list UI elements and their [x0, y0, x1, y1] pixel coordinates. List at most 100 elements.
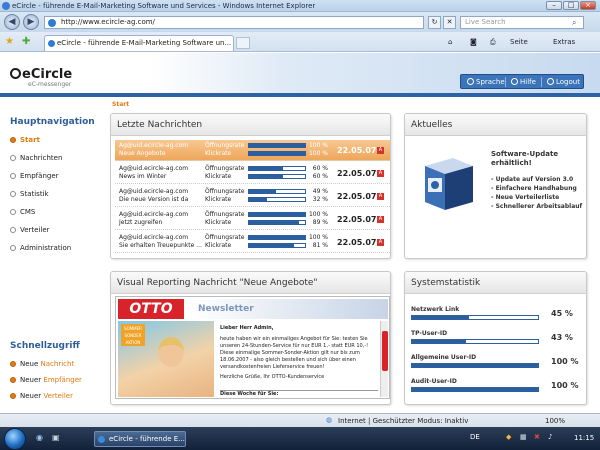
open-rate-value: 100 % — [308, 234, 328, 241]
breadcrumb[interactable]: Start — [112, 101, 129, 108]
bullet-icon — [10, 361, 16, 367]
add-favorites-icon[interactable]: ✚ — [22, 36, 30, 47]
news-panel: Letzte Nachrichten Ag@uid.ecircle-ag.com… — [110, 113, 391, 259]
language-indicator[interactable]: DE — [470, 433, 480, 441]
sidebar-item-nachrichten[interactable]: Nachrichten — [10, 153, 62, 163]
new-tab-button[interactable] — [236, 37, 250, 49]
click-rate-value: 32 % — [312, 196, 328, 203]
photo-person — [158, 337, 184, 367]
close-button[interactable]: × — [580, 1, 596, 10]
news-panel-title: Letzte Nachrichten — [111, 114, 390, 136]
extras-menu[interactable]: Extras — [553, 38, 575, 46]
sidebar-item-start[interactable]: Start — [10, 135, 40, 145]
open-rate-fill — [249, 167, 283, 170]
quick-access-heading: Schnellzugriff — [10, 341, 80, 351]
taskbar-ie-icon — [98, 436, 105, 443]
pdf-icon[interactable]: A — [377, 193, 384, 200]
ie-icon — [2, 2, 10, 10]
logo-ring-icon — [10, 68, 21, 79]
message-row[interactable]: Ag@uid.ecircle-ag.com Jetzt zugreifen Öffn… — [115, 209, 390, 230]
forward-icon[interactable]: ▶ — [23, 14, 39, 30]
open-rate-label: Öffnungsrate — [205, 142, 245, 149]
open-rate-label: Öffnungsrate — [205, 165, 245, 172]
header-bar — [0, 93, 600, 97]
stop-icon[interactable]: ✕ — [443, 16, 456, 29]
taskbar-item-label: eCircle - führende E... — [109, 435, 185, 443]
window-titlebar: eCircle - führende E-Mail-Marketing Soft… — [0, 0, 600, 12]
pdf-icon[interactable]: A — [377, 147, 384, 154]
web-content: eCircle eC-messenger Sprache Hilfe Logou… — [0, 53, 600, 413]
open-rate-fill — [249, 213, 305, 216]
update-item: - Einfachere Handhabung — [491, 185, 577, 192]
tray-alert-icon[interactable]: ✖ — [534, 433, 540, 441]
quick-label: Empfänger — [43, 376, 82, 384]
system-stat-value: 43 % — [551, 333, 573, 342]
message-sender: Ag@uid.ecircle-ag.com — [119, 211, 189, 218]
quick-prefix: Neuer — [20, 376, 42, 384]
logout-button[interactable]: Logout — [547, 77, 580, 87]
otto-logo: OTTO — [118, 299, 184, 319]
maximize-button[interactable]: □ — [563, 1, 579, 10]
site-favicon-icon — [48, 19, 56, 27]
preview-scrollbar[interactable] — [380, 321, 388, 397]
tab-ecircle[interactable]: eCircle - führende E-Mail-Marketing Soft… — [44, 35, 234, 51]
pdf-icon[interactable]: A — [377, 170, 384, 177]
page-menu[interactable]: Seite — [510, 38, 528, 46]
tray-shield-icon[interactable]: ◆ — [506, 433, 511, 441]
quick-new-recipient[interactable]: Neuer Empfänger — [10, 375, 82, 385]
zoom-level[interactable]: 100% — [545, 417, 565, 425]
home-icon[interactable]: ⌂ — [448, 38, 452, 46]
open-rate-fill — [249, 190, 277, 193]
scrollbar-thumb[interactable] — [382, 331, 388, 371]
message-row[interactable]: Ag@uid.ecircle-ag.com Sie erhalten Treuep… — [115, 232, 390, 253]
open-rate-bar — [248, 166, 306, 171]
quick-new-list[interactable]: Neuer Verteiler — [10, 391, 73, 401]
taskbar-item-ie[interactable]: eCircle - führende E... — [94, 431, 186, 447]
feeds-icon[interactable]: ◙ — [470, 38, 477, 46]
update-item: - Neue Verteilerliste — [491, 194, 560, 201]
pdf-icon[interactable]: A — [377, 239, 384, 246]
sidebar: Hauptnavigation Start Nachrichten Empfän… — [0, 105, 106, 405]
message-row[interactable]: Ag@uid.ecircle-ag.com Die neue Version is… — [115, 186, 390, 207]
start-button[interactable] — [4, 428, 26, 450]
quick-new-message[interactable]: Neue Nachricht — [10, 359, 74, 369]
language-button[interactable]: Sprache — [467, 77, 505, 87]
minimize-button[interactable]: – — [546, 1, 562, 10]
message-date: 22.05.07 — [337, 238, 377, 247]
sidebar-item-verteiler[interactable]: Verteiler — [10, 225, 50, 235]
ecircle-logo[interactable]: eCircle — [10, 67, 72, 82]
quick-prefix: Neuer — [20, 392, 42, 400]
favorites-star-icon[interactable]: ★ — [5, 36, 14, 47]
print-icon[interactable]: ⎙ — [490, 38, 496, 47]
search-input[interactable]: Live Search ⌕ — [460, 16, 584, 29]
refresh-icon[interactable]: ↻ — [428, 16, 441, 29]
bullet-icon — [10, 209, 16, 215]
message-subject: Neue Angebote — [119, 150, 166, 157]
message-date: 22.05.07 — [337, 146, 377, 155]
system-stat-row: TP-User-ID 43 % — [411, 330, 581, 354]
system-panel: Systemstatistik Netzwerk Link 45 % TP-User… — [404, 271, 587, 405]
clock[interactable]: 11:15 — [574, 434, 594, 442]
taskbar: ◉ ▣ eCircle - führende E... DE ◆ ▦ ✖ ♪ 1… — [0, 427, 600, 450]
bullet-icon — [10, 173, 16, 179]
sidebar-item-administration[interactable]: Administration — [10, 243, 71, 253]
report-panel-title: Visual Reporting Nachricht "Neue Angebot… — [111, 272, 390, 294]
message-row[interactable]: Ag@uid.ecircle-ag.com News im Winter Öffnu… — [115, 163, 390, 184]
address-field[interactable]: http://www.ecircle-ag.com/ — [44, 16, 424, 29]
pdf-icon[interactable]: A — [377, 216, 384, 223]
back-icon[interactable]: ◀ — [4, 14, 20, 30]
quick-launch-ie-icon[interactable]: ◉ — [36, 433, 43, 442]
help-button[interactable]: Hilfe — [511, 77, 536, 87]
search-icon[interactable]: ⌕ — [572, 18, 581, 27]
tray-network-icon[interactable]: ▦ — [520, 433, 527, 441]
tray-volume-icon[interactable]: ♪ — [548, 433, 552, 441]
sidebar-item-empfaenger[interactable]: Empfänger — [10, 171, 59, 181]
sidebar-item-statistik[interactable]: Statistik — [10, 189, 49, 199]
message-row[interactable]: Ag@uid.ecircle-ag.com Neue Angebote Öffnun… — [115, 140, 390, 161]
divider — [505, 77, 506, 87]
sidebar-item-cms[interactable]: CMS — [10, 207, 35, 217]
show-desktop-icon[interactable]: ▣ — [52, 433, 60, 442]
click-rate-label: Klickrate — [205, 196, 232, 203]
globe-icon — [467, 78, 474, 85]
address-toolbar: ◀ ▶ http://www.ecircle-ag.com/ ↻ ✕ Live … — [0, 12, 600, 32]
